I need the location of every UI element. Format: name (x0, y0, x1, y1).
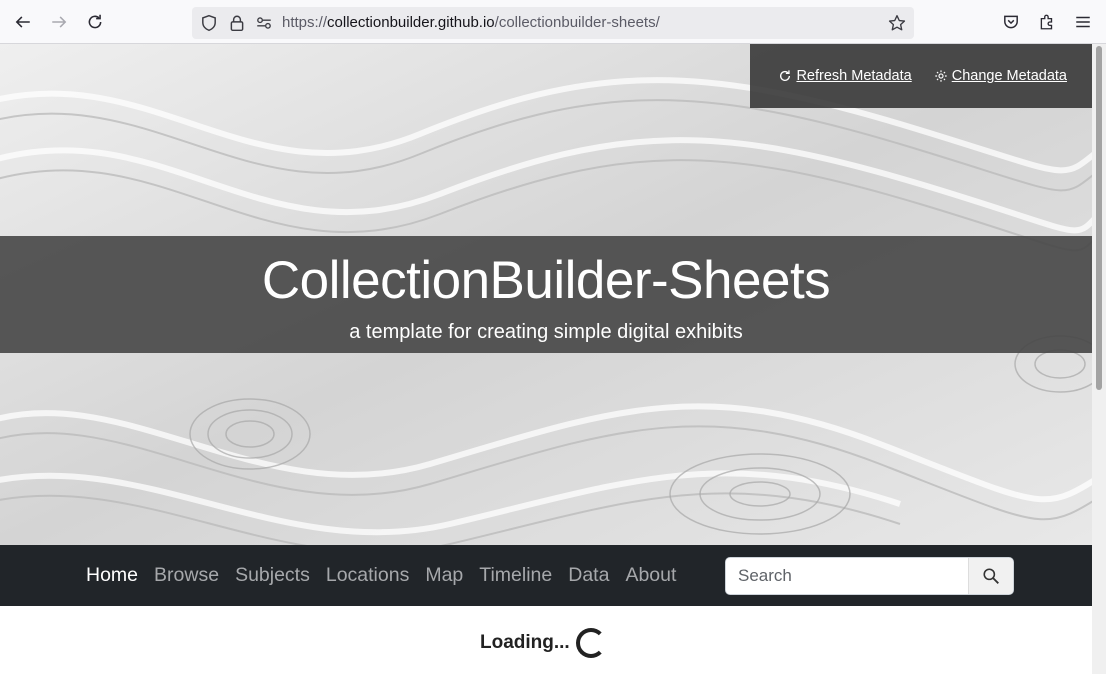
reload-icon (88, 14, 102, 29)
page-content: Refresh Metadata Change Metadata Collect… (0, 44, 1092, 674)
url-host: collectionbuilder.github.io (327, 14, 495, 31)
main-navbar: Home Browse Subjects Locations Map Timel… (0, 545, 1092, 606)
nav-item-home[interactable]: Home (86, 564, 138, 587)
refresh-metadata-link[interactable]: Refresh Metadata (778, 68, 912, 84)
browser-toolbar: https://collectionbuilder.github.io/coll… (0, 0, 1106, 44)
nav-item-timeline[interactable]: Timeline (479, 564, 552, 587)
nav-item-locations[interactable]: Locations (326, 564, 409, 587)
search-form (725, 557, 1014, 595)
change-metadata-label: Change Metadata (951, 68, 1067, 84)
spinner-icon (575, 628, 606, 658)
forward-button[interactable] (45, 8, 73, 36)
lock-icon[interactable] (228, 14, 246, 32)
hamburger-menu-icon (1076, 16, 1090, 28)
back-button[interactable] (9, 8, 37, 36)
refresh-icon (780, 70, 791, 81)
puzzle-piece-icon (1040, 14, 1053, 30)
url-prefix: https:// (282, 14, 328, 31)
search-icon (983, 568, 999, 584)
pocket-button[interactable] (997, 8, 1025, 36)
url-text[interactable]: https://collectionbuilder.github.io/coll… (282, 14, 660, 31)
reload-button[interactable] (81, 8, 109, 36)
shield-icon[interactable] (200, 14, 218, 32)
forward-arrow-icon (52, 16, 67, 28)
title-band: CollectionBuilder-Sheets a template for … (0, 236, 1092, 353)
permissions-icon[interactable] (255, 14, 273, 32)
search-input[interactable] (726, 558, 970, 594)
hero-banner: Refresh Metadata Change Metadata Collect… (0, 44, 1092, 545)
search-button[interactable] (968, 558, 1013, 594)
scrollbar-thumb[interactable] (1096, 46, 1102, 390)
back-arrow-icon (15, 16, 30, 28)
bookmark-star-icon[interactable] (888, 14, 906, 32)
pocket-icon (1004, 15, 1018, 29)
address-bar[interactable]: https://collectionbuilder.github.io/coll… (192, 7, 914, 39)
loading-indicator: Loading... (480, 628, 606, 658)
change-metadata-link[interactable]: Change Metadata (934, 68, 1067, 84)
site-title: CollectionBuilder-Sheets (261, 251, 831, 310)
page-scrollbar[interactable] (1092, 44, 1106, 674)
nav-item-browse[interactable]: Browse (154, 564, 219, 587)
gear-icon (935, 70, 947, 82)
loading-text: Loading... (480, 632, 570, 653)
nav-item-data[interactable]: Data (568, 564, 609, 587)
menu-button[interactable] (1069, 8, 1097, 36)
url-path: /collectionbuilder-sheets/ (494, 14, 660, 31)
refresh-metadata-label: Refresh Metadata (796, 68, 912, 84)
nav-links: Home Browse Subjects Locations Map Timel… (86, 564, 676, 587)
metadata-controls: Refresh Metadata Change Metadata (750, 44, 1092, 108)
nav-item-about[interactable]: About (625, 564, 676, 587)
extensions-button[interactable] (1033, 8, 1061, 36)
nav-item-subjects[interactable]: Subjects (235, 564, 310, 587)
site-subtitle: a template for creating simple digital e… (349, 321, 743, 343)
nav-item-map[interactable]: Map (425, 564, 463, 587)
